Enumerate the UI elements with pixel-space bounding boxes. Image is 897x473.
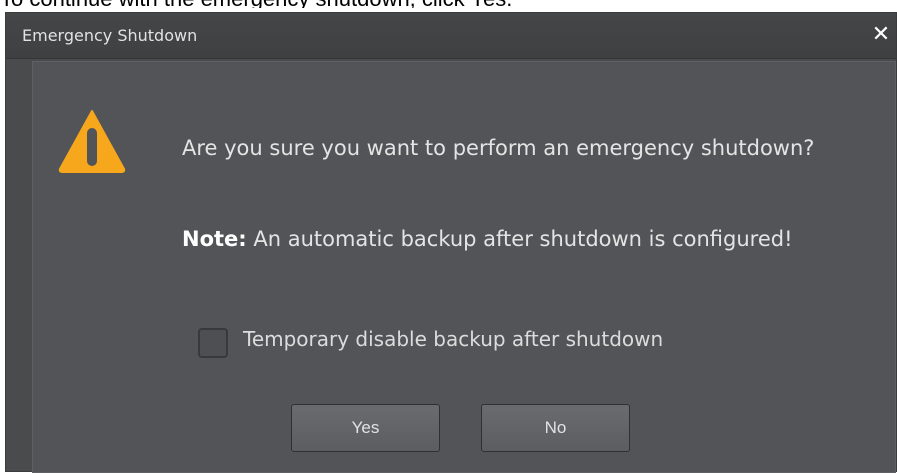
close-icon[interactable]: ✕	[868, 19, 894, 49]
document-caption: To continue with the emergency shutdown,…	[0, 0, 897, 8]
dialog-title: Emergency Shutdown	[22, 26, 198, 45]
note-message: An automatic backup after shutdown is co…	[246, 227, 793, 251]
no-button[interactable]: No	[481, 404, 630, 452]
note-text: Note: An automatic backup after shutdown…	[182, 227, 793, 251]
disable-backup-checkbox[interactable]	[198, 328, 228, 358]
dialog-titlebar: Emergency Shutdown ✕	[6, 13, 896, 59]
dialog-body: Are you sure you want to perform an emer…	[32, 61, 896, 473]
yes-button[interactable]: Yes	[291, 404, 440, 452]
note-label: Note:	[182, 227, 247, 251]
confirmation-message: Are you sure you want to perform an emer…	[182, 136, 815, 160]
emergency-shutdown-dialog: Emergency Shutdown ✕ Are you sure you wa…	[5, 12, 897, 473]
disable-backup-label[interactable]: Temporary disable backup after shutdown	[243, 327, 663, 351]
warning-icon	[58, 110, 126, 173]
